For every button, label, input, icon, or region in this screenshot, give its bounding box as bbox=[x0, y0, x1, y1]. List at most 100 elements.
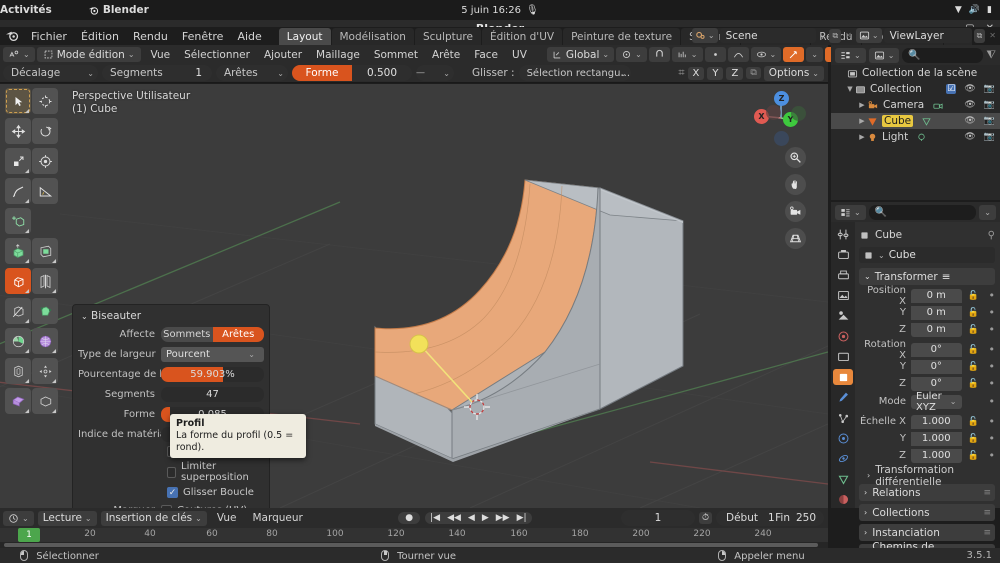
bevel-icon[interactable] bbox=[5, 268, 31, 294]
transform-orientation-selector[interactable]: Global ⌄ bbox=[546, 47, 615, 62]
jump-start-icon[interactable]: |◀ bbox=[427, 513, 443, 523]
menu-maillage[interactable]: Maillage bbox=[310, 48, 366, 62]
gizmo-z-neg-axis[interactable] bbox=[774, 131, 789, 146]
shrink-fatten-icon[interactable] bbox=[5, 358, 31, 384]
record-icon[interactable]: ● bbox=[398, 512, 421, 524]
keying-popover[interactable]: Insertion de clés ⌄ bbox=[100, 510, 207, 526]
clock-icon[interactable]: ⏱ bbox=[698, 512, 712, 524]
activities-button[interactable]: Activités bbox=[0, 4, 52, 16]
options-menu[interactable]: Options ⌄ bbox=[763, 65, 824, 81]
bevel-segments-slider[interactable]: 47 bbox=[161, 386, 264, 402]
prev-keyframe-icon[interactable]: ◀◀ bbox=[444, 513, 464, 523]
chevron-right-icon[interactable]: ▶ bbox=[857, 117, 867, 125]
particles-tab-icon[interactable] bbox=[833, 410, 853, 426]
timeline-editor-icon[interactable]: ⌄ bbox=[3, 510, 34, 526]
outliner-row-collection[interactable]: ▼ Collection ☑ 👁 📷 bbox=[831, 81, 1000, 97]
render-camera-icon[interactable]: 📷 bbox=[984, 100, 995, 110]
annotate-icon[interactable] bbox=[5, 178, 31, 204]
material-tab-icon[interactable] bbox=[833, 491, 853, 507]
menu-sommet[interactable]: Sommet bbox=[368, 48, 424, 62]
profile-type-dropdown[interactable]: — ⌄ bbox=[416, 65, 454, 81]
drag-action-select[interactable]: Sélection rectangu... ⌄ bbox=[518, 65, 631, 81]
outliner-row-light[interactable]: ▶ Light 👁 📷 bbox=[831, 129, 1000, 145]
pan-hand-icon[interactable] bbox=[785, 174, 806, 195]
add-cube-icon[interactable] bbox=[5, 208, 31, 234]
gizmo-options[interactable]: ⌄ bbox=[806, 47, 823, 62]
affect-select[interactable]: Arêtes ⌄ bbox=[216, 65, 288, 81]
extrude-region-icon[interactable] bbox=[5, 238, 31, 264]
properties-search-input[interactable]: 🔍 bbox=[868, 204, 977, 220]
mode-selector[interactable]: Mode édition ⌄ bbox=[36, 47, 141, 62]
lock-icon[interactable]: 🔓 bbox=[968, 345, 979, 355]
knife-icon[interactable] bbox=[5, 298, 31, 324]
world-tab-icon[interactable] bbox=[833, 328, 853, 344]
shape-slider[interactable]: Forme 0.500 bbox=[292, 65, 412, 81]
scene-tab-icon[interactable] bbox=[833, 308, 853, 324]
camera-icon[interactable] bbox=[785, 201, 806, 222]
menu-fichier[interactable]: Fichier bbox=[24, 28, 74, 45]
tab-modelisation[interactable]: Modélisation bbox=[331, 28, 414, 45]
new-copy-icon[interactable]: ⧉ bbox=[829, 28, 842, 43]
shear-icon[interactable] bbox=[32, 358, 58, 384]
animate-dot-icon[interactable]: • bbox=[989, 323, 996, 336]
data-tab-icon[interactable] bbox=[833, 471, 853, 487]
segments-field[interactable]: Segments 1 bbox=[102, 65, 212, 81]
collection-checkbox[interactable]: ☑ bbox=[946, 84, 957, 94]
offset-type-select[interactable]: Décalage ⌄ bbox=[3, 65, 98, 81]
rotation-x-field[interactable]: 0° bbox=[911, 342, 962, 357]
os-system-tray[interactable]: ▼ 🔊 ▮ bbox=[955, 5, 992, 15]
measure-icon[interactable] bbox=[32, 178, 58, 204]
menu-vue[interactable]: Vue bbox=[145, 48, 177, 62]
animate-dot-icon[interactable]: • bbox=[989, 395, 996, 408]
outliner-display-icon[interactable]: ⌄ bbox=[835, 47, 866, 63]
blender-logo-icon[interactable] bbox=[4, 29, 19, 43]
zoom-icon[interactable] bbox=[785, 147, 806, 168]
inset-faces-icon[interactable] bbox=[32, 238, 58, 264]
menu-face[interactable]: Face bbox=[468, 48, 504, 62]
os-app-indicator[interactable]: Blender bbox=[88, 4, 149, 16]
timeline-menu-marqueur[interactable]: Marqueur bbox=[246, 511, 308, 525]
bevel-loop-slide-row[interactable]: ✓ Glisser Boucle bbox=[78, 487, 264, 498]
scene-name-field[interactable]: Scene bbox=[719, 28, 816, 43]
location-y-field[interactable]: 0 m bbox=[911, 305, 962, 320]
bevel-affect-toggle[interactable]: Sommets Arêtes bbox=[161, 326, 264, 342]
transport-controls[interactable]: |◀ ◀◀ ◀ ▶ ▶▶ ▶| bbox=[425, 512, 532, 524]
lock-icon[interactable]: 🔓 bbox=[968, 325, 979, 335]
instancing-panel[interactable]: › Instanciation ≡ bbox=[859, 524, 995, 541]
snapping-settings-icon[interactable]: ⧉ bbox=[746, 67, 761, 79]
snap-icon[interactable]: ⌗ bbox=[678, 66, 684, 80]
scale-x-field[interactable]: 1.000 bbox=[911, 414, 962, 429]
outliner-scene-collection-row[interactable]: Collection de la scène bbox=[831, 65, 1000, 81]
scene-browse-icon[interactable]: ⌄ bbox=[691, 28, 718, 43]
checkbox-glisser-boucle[interactable]: ✓ bbox=[167, 487, 178, 498]
pivot-point-selector[interactable]: ⌄ bbox=[616, 47, 647, 62]
frame-range-field[interactable]: Début 1 Fin 250 bbox=[716, 510, 824, 526]
cursor-icon[interactable] bbox=[32, 88, 58, 114]
location-x-field[interactable]: 0 m bbox=[911, 288, 962, 303]
chevron-down-icon[interactable]: ▼ bbox=[845, 85, 855, 93]
constraints-tab-icon[interactable] bbox=[833, 451, 853, 467]
modifier-tab-icon[interactable] bbox=[833, 389, 853, 405]
view-layer-tab-icon[interactable] bbox=[833, 287, 853, 303]
new-copy-icon[interactable]: ⧉ bbox=[973, 28, 986, 43]
eye-icon[interactable]: 👁 bbox=[964, 116, 975, 126]
lock-icon[interactable]: 🔓 bbox=[968, 308, 979, 318]
x-icon[interactable]: ✕ bbox=[843, 31, 854, 40]
object-name-field[interactable]: ⌄ Cube bbox=[859, 247, 995, 263]
chevron-right-icon[interactable]: ▶ bbox=[857, 133, 867, 141]
rip-edge-icon[interactable] bbox=[32, 388, 58, 414]
animate-dot-icon[interactable]: • bbox=[989, 289, 996, 302]
animate-dot-icon[interactable]: • bbox=[989, 306, 996, 319]
render-camera-icon[interactable]: 📷 bbox=[984, 116, 995, 126]
operator-panel-title[interactable]: ⌄ Biseauter bbox=[78, 309, 264, 326]
output-tab-icon[interactable] bbox=[833, 267, 853, 283]
rip-region-icon[interactable] bbox=[5, 388, 31, 414]
axis-z-toggle[interactable]: Z bbox=[726, 66, 744, 80]
scale-z-field[interactable]: 1.000 bbox=[911, 448, 962, 463]
physics-tab-icon[interactable] bbox=[833, 430, 853, 446]
current-frame-field[interactable]: 1 bbox=[620, 510, 695, 526]
lock-icon[interactable]: 🔓 bbox=[968, 434, 979, 444]
bevel-limit-overlap-row[interactable]: Limiter superposition bbox=[78, 461, 264, 483]
menu-fenetre[interactable]: Fenêtre bbox=[175, 28, 231, 45]
eye-icon[interactable]: 👁 bbox=[964, 84, 975, 94]
